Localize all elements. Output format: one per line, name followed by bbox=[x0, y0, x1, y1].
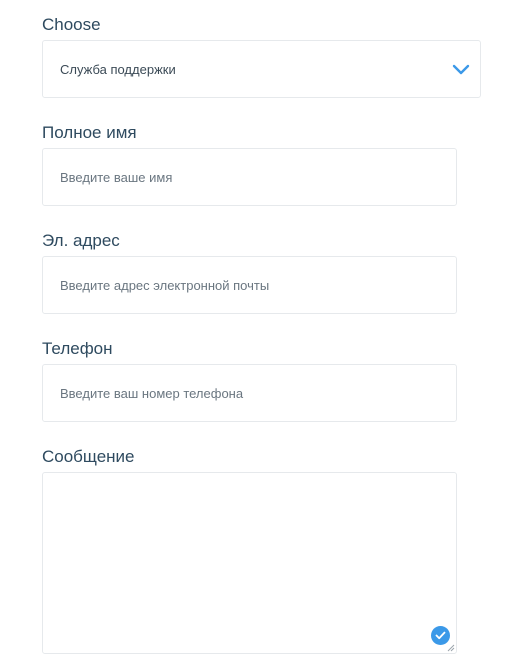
full-name-field[interactable] bbox=[42, 148, 457, 206]
department-selected-value: Служба поддержки bbox=[60, 61, 176, 77]
full-name-input[interactable] bbox=[60, 169, 456, 185]
phone-input[interactable] bbox=[60, 385, 456, 401]
department-label: Choose bbox=[42, 15, 101, 34]
full-name-label: Полное имя bbox=[42, 123, 137, 142]
message-field[interactable] bbox=[42, 472, 457, 654]
message-textarea[interactable] bbox=[43, 473, 456, 653]
message-label: Сообщение bbox=[42, 447, 135, 466]
chevron-down-icon[interactable] bbox=[452, 63, 470, 75]
checkmark-icon bbox=[431, 626, 450, 645]
phone-label: Телефон bbox=[42, 339, 113, 358]
email-field[interactable] bbox=[42, 256, 457, 314]
phone-field[interactable] bbox=[42, 364, 457, 422]
checkmark-glyph bbox=[435, 631, 446, 640]
resize-handle-icon[interactable] bbox=[447, 644, 455, 652]
email-label: Эл. адрес bbox=[42, 231, 120, 250]
department-select[interactable]: Служба поддержки bbox=[42, 40, 481, 98]
email-input[interactable] bbox=[60, 277, 456, 293]
